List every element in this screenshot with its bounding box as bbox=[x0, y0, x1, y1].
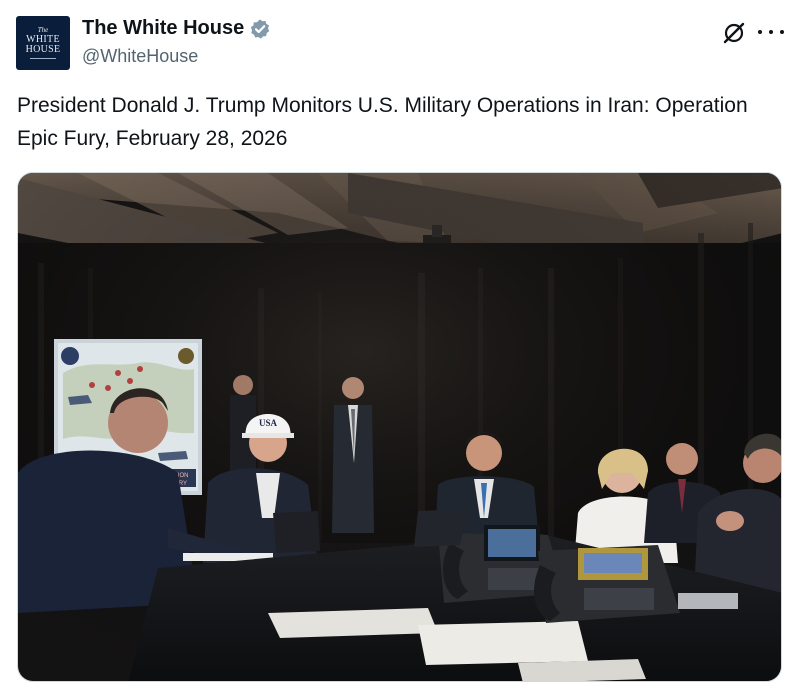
post-card: The WHITE HOUSE The White House @WhiteHo… bbox=[0, 0, 800, 691]
author-name-row: The White House bbox=[82, 17, 271, 40]
author-handle[interactable]: @WhiteHouse bbox=[82, 46, 198, 67]
more-options-icon[interactable] bbox=[758, 22, 784, 42]
post-text: President Donald J. Trump Monitors U.S. … bbox=[17, 94, 748, 150]
display-name[interactable]: The White House bbox=[82, 17, 244, 40]
photo-paper bbox=[518, 659, 646, 681]
photo-desk-phone bbox=[534, 545, 680, 623]
avatar-text-the: The bbox=[37, 26, 49, 34]
avatar[interactable]: The WHITE HOUSE bbox=[16, 16, 70, 70]
photo-cap-text: USA bbox=[259, 418, 278, 428]
grok-icon[interactable] bbox=[722, 21, 746, 45]
more-dot bbox=[758, 30, 762, 34]
verified-badge-icon bbox=[249, 18, 271, 40]
more-dot bbox=[769, 30, 773, 34]
photo-table-device bbox=[678, 593, 738, 609]
more-dot bbox=[780, 30, 784, 34]
photo-paper bbox=[418, 621, 588, 665]
avatar-text-house: HOUSE bbox=[25, 44, 61, 55]
photo-paper bbox=[268, 608, 438, 638]
post-media-photo[interactable]: OPERATION EPIC FURY USA bbox=[17, 172, 782, 682]
avatar-rule bbox=[30, 58, 56, 59]
